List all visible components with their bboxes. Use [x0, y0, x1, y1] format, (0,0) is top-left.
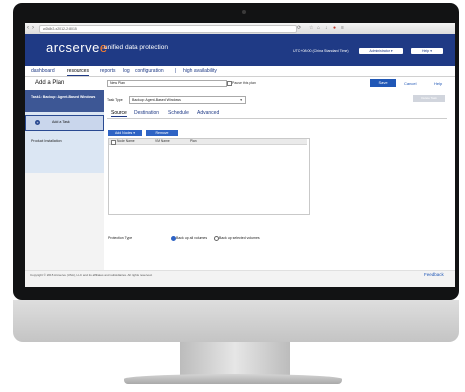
table-header [109, 139, 307, 145]
protection-type-label: Protection Type [108, 236, 133, 240]
task-type-value: Backup: Agent-Based Windows [132, 98, 181, 102]
sidebar-task1[interactable]: Task1: Backup: Agent-Based Windows [25, 90, 104, 112]
column-node-name[interactable]: Node Name [117, 139, 135, 144]
timezone-label: UTC+08:00 (China Standard Time) [293, 49, 349, 53]
download-icon[interactable]: ↓ [325, 25, 328, 32]
tab-destination[interactable]: Destination [134, 110, 159, 116]
add-task-label: Add a Task [52, 120, 70, 124]
extension-icon[interactable]: ● [333, 25, 336, 32]
task-type-select[interactable]: Backup: Agent-Based Windows ▾ [129, 96, 246, 104]
chevron-down-icon: ▾ [240, 98, 242, 102]
logo-text: arcserve [46, 40, 100, 55]
plan-name-input[interactable]: New Plan [107, 80, 227, 87]
url-field[interactable]: w2k8r2-x2012-2:8015 [39, 25, 297, 33]
back-icon[interactable]: ‹ [27, 24, 29, 33]
nav-log[interactable]: log [123, 67, 130, 75]
sidebar-product-installation[interactable]: Product Installation [31, 139, 62, 143]
screen: ‹ › w2k8r2-x2012-2:8015 ⟳ ☆ ⌂ ↓ ● ≡ arcs… [25, 23, 455, 287]
tab-advanced[interactable]: Advanced [197, 110, 219, 116]
main-nav [25, 66, 455, 77]
menu-icon[interactable]: ≡ [341, 25, 344, 32]
remove-button[interactable]: Remove [146, 130, 178, 136]
radio-backup-selected-label: Back up selected volumes [219, 236, 260, 240]
forward-icon[interactable]: › [32, 24, 34, 33]
product-title: unified data protection [104, 44, 168, 51]
nav-separator: | [175, 68, 177, 74]
tab-schedule[interactable]: Schedule [168, 110, 189, 116]
delete-task-button[interactable]: Delete Task [413, 95, 445, 102]
arcserve-logo: arcservee [46, 40, 108, 55]
column-vm-name[interactable]: VM Name [155, 139, 170, 144]
monitor-stand-neck [180, 342, 290, 376]
save-button[interactable]: Save [370, 79, 396, 87]
plus-icon: + [35, 120, 40, 125]
task1-label: Task1: Backup: Agent-Based Windows [31, 95, 96, 99]
monitor-stand-base [124, 374, 342, 384]
home-icon[interactable]: ⌂ [317, 25, 320, 32]
radio-backup-all-label: Back up all volumes [176, 236, 208, 240]
column-plan[interactable]: Plan [190, 139, 197, 144]
cancel-link[interactable]: Cancel [404, 81, 416, 86]
administrator-menu[interactable]: Administrator ▾ [359, 48, 403, 54]
help-link[interactable]: Help [434, 81, 442, 86]
pause-plan-label: Pause this plan [232, 81, 256, 85]
nav-dashboard[interactable]: dashboard [31, 67, 55, 75]
star-icon[interactable]: ☆ [309, 25, 313, 32]
nav-high-availability[interactable]: high availability [183, 67, 217, 75]
nav-reports[interactable]: reports [100, 67, 116, 75]
select-all-checkbox[interactable] [111, 140, 116, 145]
task-type-label: Task Type [107, 98, 123, 102]
node-table [108, 138, 310, 215]
help-menu[interactable]: Help ▾ [411, 48, 443, 54]
monitor-chin [13, 300, 459, 342]
nav-configuration[interactable]: configuration [135, 67, 164, 75]
reload-icon[interactable]: ⟳ [297, 24, 301, 33]
nav-resources[interactable]: resources [67, 67, 89, 76]
camera-dot [242, 10, 246, 14]
tab-divider [107, 118, 447, 119]
tab-source[interactable]: Source [111, 110, 127, 117]
page-title: Add a Plan [35, 80, 65, 86]
feedback-link[interactable]: Feedback [424, 272, 444, 277]
copyright-text: Copyright © 2015 Arcserve (USA), LLC and… [30, 273, 153, 277]
add-nodes-button[interactable]: Add Nodes ▾ [108, 130, 142, 136]
